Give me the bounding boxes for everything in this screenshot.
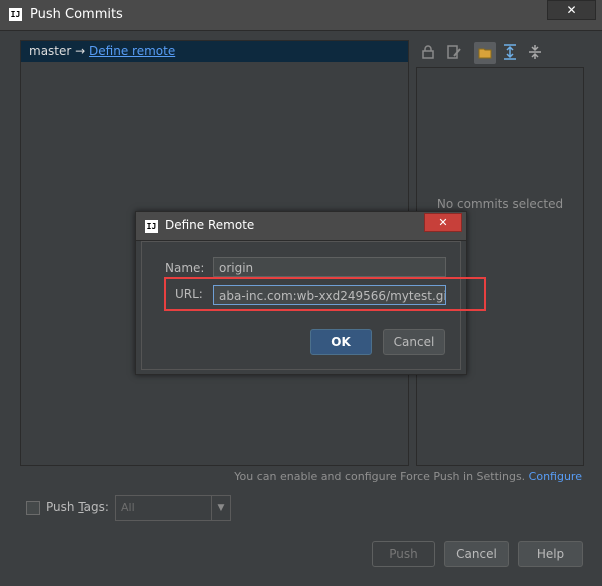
lock-icon[interactable]	[420, 44, 436, 60]
push-tags-checkbox[interactable]	[26, 501, 40, 515]
configure-link[interactable]: Configure	[529, 470, 582, 483]
collapse-icon[interactable]	[527, 44, 543, 60]
branch-arrow: →	[75, 44, 86, 58]
expand-icon[interactable]	[502, 44, 518, 60]
force-push-text: You can enable and configure Force Push …	[234, 470, 526, 483]
cancel-button[interactable]: Cancel	[444, 541, 509, 567]
folder-icon	[478, 48, 492, 59]
name-label: Name:	[165, 261, 205, 275]
ok-button[interactable]: OK	[310, 329, 372, 355]
define-remote-link[interactable]: Define remote	[89, 44, 175, 58]
window-title: Push Commits	[30, 7, 123, 22]
intellij-logo-icon: IJ	[9, 8, 22, 21]
dialog-title-bar: IJ Define Remote ✕	[136, 212, 466, 241]
edit-icon[interactable]	[446, 44, 462, 60]
help-button[interactable]: Help	[518, 541, 583, 567]
push-button[interactable]: Push	[372, 541, 435, 567]
dialog-title: Define Remote	[165, 218, 255, 232]
push-tags-combo[interactable]: All ▼	[115, 495, 231, 521]
title-bar: IJ Push Commits ✕	[0, 0, 602, 31]
force-push-hint: You can enable and configure Force Push …	[234, 470, 582, 483]
push-tags-label: Push Tags:	[46, 500, 109, 514]
push-tags-combo-value: All	[121, 501, 135, 514]
push-commits-window: IJ Push Commits ✕ master → Define remote	[0, 0, 602, 586]
chevron-down-icon[interactable]: ▼	[211, 496, 230, 520]
name-field[interactable]: origin	[213, 257, 446, 277]
window-close-button[interactable]: ✕	[547, 0, 596, 20]
dialog-cancel-button[interactable]: Cancel	[383, 329, 445, 355]
url-highlight-box	[164, 277, 486, 311]
branch-row[interactable]: master → Define remote	[21, 41, 408, 62]
dialog-close-button[interactable]: ✕	[424, 213, 462, 232]
no-commits-label: No commits selected	[436, 197, 564, 211]
intellij-logo-icon: IJ	[145, 220, 158, 233]
folder-toggle-button[interactable]	[474, 42, 496, 64]
branch-name: master	[29, 44, 72, 58]
